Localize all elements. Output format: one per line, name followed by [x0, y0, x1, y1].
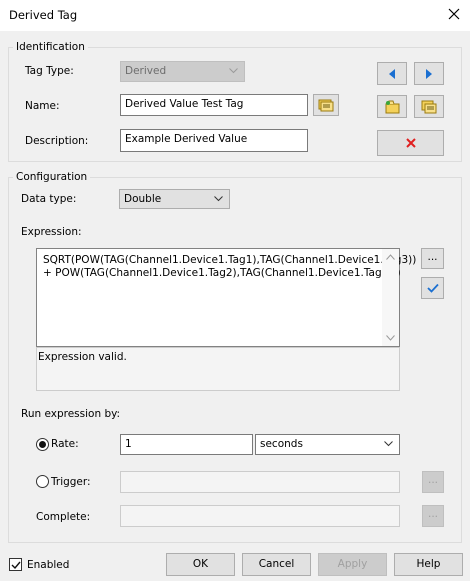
delete-tag-button[interactable]	[377, 130, 444, 156]
rate-unit-select[interactable]: seconds	[255, 434, 400, 455]
expression-status-box: Expression valid.	[36, 347, 400, 391]
cancel-button[interactable]: Cancel	[242, 553, 311, 576]
chevron-down-icon	[384, 441, 393, 447]
data-type-value: Double	[124, 193, 162, 205]
new-tag-button[interactable]	[377, 95, 407, 118]
new-tag-icon	[385, 100, 400, 113]
tag-type-value: Derived	[125, 65, 167, 77]
trigger-input	[120, 471, 400, 493]
complete-label: Complete:	[36, 511, 91, 523]
name-label: Name:	[25, 100, 60, 112]
trigger-browse-button: ...	[422, 471, 444, 493]
identification-legend: Identification	[13, 41, 88, 53]
tag-type-label: Tag Type:	[25, 65, 74, 77]
name-input[interactable]: Derived Value Test Tag	[120, 94, 308, 116]
tag-type-select: Derived	[120, 61, 245, 82]
trigger-label: Trigger:	[51, 476, 91, 488]
chevron-down-icon	[214, 196, 223, 202]
checkmark-icon	[426, 283, 439, 293]
data-type-label: Data type:	[21, 193, 77, 205]
rate-unit-value: seconds	[260, 438, 303, 450]
complete-input	[120, 505, 400, 527]
expression-line-2: + POW(TAG(Channel1.Device1.Tag2),TAG(Cha…	[43, 267, 401, 279]
description-input[interactable]: Example Derived Value	[120, 129, 308, 152]
help-button[interactable]: Help	[394, 553, 463, 576]
rate-input[interactable]: 1	[120, 434, 253, 455]
trigger-radio[interactable]	[36, 475, 49, 488]
data-type-select[interactable]: Double	[119, 189, 230, 209]
checkbox-check-icon	[11, 561, 21, 570]
ok-button[interactable]: OK	[166, 553, 235, 576]
name-browse-button[interactable]	[313, 94, 339, 116]
expression-scrollbar[interactable]	[382, 249, 399, 346]
expression-line-1: SQRT(POW(TAG(Channel1.Device1.Tag1),TAG(…	[43, 254, 417, 266]
rate-label: Rate:	[51, 438, 79, 450]
duplicate-tag-icon	[421, 100, 437, 113]
next-button[interactable]	[414, 62, 444, 85]
close-icon[interactable]	[446, 6, 462, 22]
arrow-right-icon	[426, 68, 432, 79]
arrow-left-icon	[389, 68, 395, 79]
apply-button: Apply	[318, 553, 387, 576]
delete-icon	[405, 138, 416, 148]
scroll-up-icon[interactable]	[386, 254, 395, 260]
window-title: Derived Tag	[9, 8, 78, 22]
enabled-label: Enabled	[27, 559, 70, 571]
tag-browse-icon	[318, 99, 334, 112]
expression-label: Expression:	[21, 226, 82, 238]
validate-expression-button[interactable]	[421, 277, 444, 299]
enabled-checkbox[interactable]	[9, 558, 22, 571]
run-expression-by-label: Run expression by:	[21, 408, 121, 420]
previous-button[interactable]	[377, 62, 407, 85]
configuration-legend: Configuration	[13, 171, 91, 183]
chevron-down-icon	[229, 68, 238, 74]
description-label: Description:	[25, 135, 89, 147]
complete-browse-button: ...	[422, 505, 444, 527]
expression-status-text: Expression valid.	[38, 351, 127, 363]
expression-textarea[interactable]: SQRT(POW(TAG(Channel1.Device1.Tag1),TAG(…	[36, 248, 416, 347]
expression-browse-button[interactable]: ...	[421, 248, 444, 269]
title-bar: Derived Tag	[0, 0, 470, 31]
rate-radio[interactable]	[36, 438, 49, 451]
duplicate-tag-button[interactable]	[414, 95, 444, 118]
scroll-down-icon[interactable]	[386, 335, 395, 341]
